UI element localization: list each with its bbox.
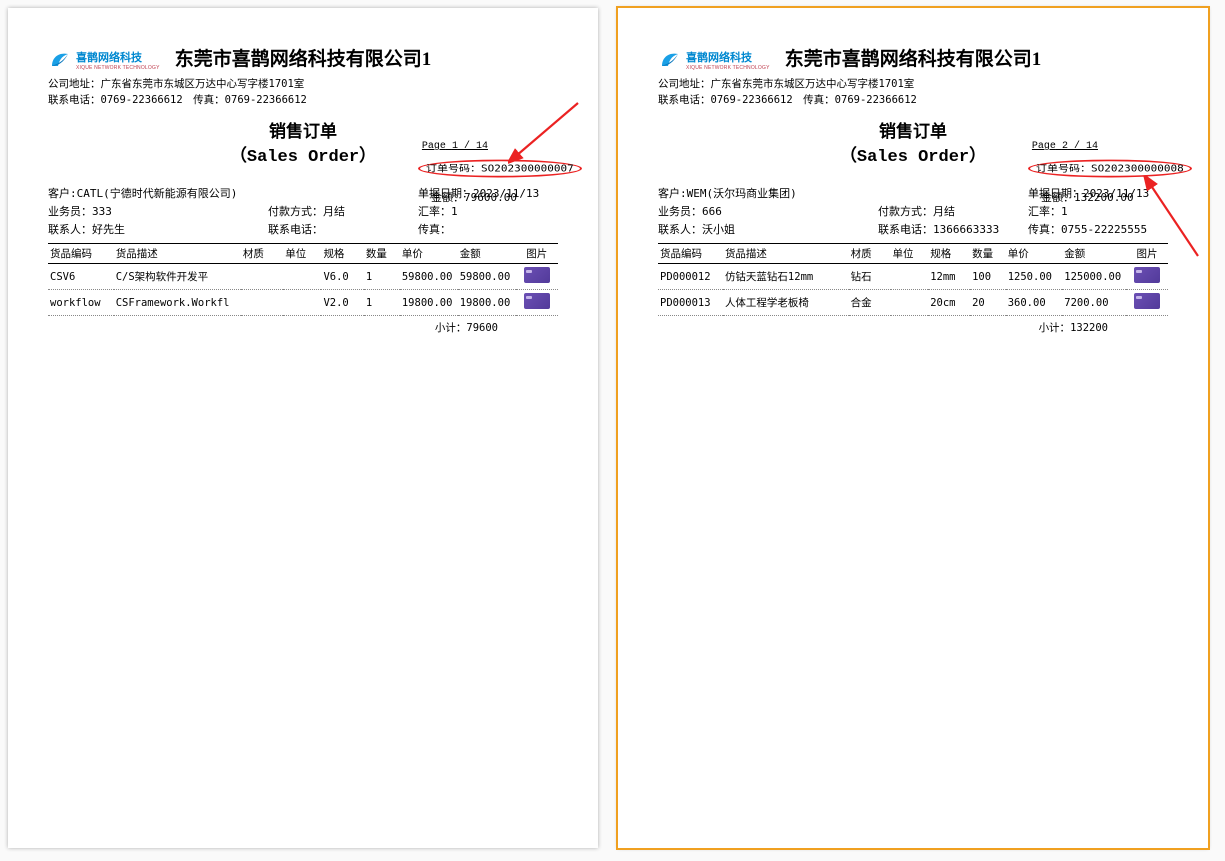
company-phone: 联系电话：0769-22366612 传真：0769-22366612	[48, 92, 558, 107]
table-row: workflow CSFramework.Workfl V2.0 1 19800…	[48, 290, 558, 316]
page-indicator: Page 1 / 14	[422, 141, 488, 152]
items-table: 货品编码 货品描述 材质 单位 规格 数量 单价 金额 图片 CSV6 C/S架…	[48, 243, 558, 316]
logo-subtext: XIQUE NETWORK TECHNOLOGY	[686, 65, 770, 71]
report-page-2: 喜鹊网络科技 XIQUE NETWORK TECHNOLOGY 东莞市喜鹊网络科…	[618, 8, 1208, 848]
order-no-value: SO202300000007	[481, 163, 574, 174]
order-no-circled: 订单号码：SO202300000008	[1028, 158, 1192, 179]
order-no-value: SO202300000008	[1091, 163, 1184, 174]
pay-method-value: 月结	[323, 205, 345, 218]
customer-value: CATL(宁德时代新能源有限公司)	[77, 187, 238, 200]
company-address: 公司地址：广东省东莞市东城区万达中心写字楼1701室	[658, 76, 1168, 91]
product-thumb-icon	[524, 293, 550, 309]
table-row: PD000012 仿钴天蓝钻石12mm 钻石 12mm 100 1250.00 …	[658, 264, 1168, 290]
order-no-circled: 订单号码：SO202300000007	[418, 158, 582, 179]
product-thumb-icon	[1134, 293, 1160, 309]
rate-value: 1	[1061, 205, 1068, 218]
company-address: 公司地址：广东省东莞市东城区万达中心写字楼1701室	[48, 76, 558, 91]
logo-text: 喜鹊网络科技	[686, 49, 770, 65]
salesman-value: 666	[702, 205, 722, 218]
subtotal-line: 小计：79600	[48, 320, 558, 335]
amount-cell: 金额：79600.00	[431, 189, 517, 205]
page-indicator: Page 2 / 14	[1032, 141, 1098, 152]
contact-value: 沃小姐	[702, 223, 735, 236]
bird-logo-icon	[48, 48, 72, 72]
table-row: CSV6 C/S架构软件开发平 V6.0 1 59800.00 59800.00	[48, 264, 558, 290]
report-page-1: 喜鹊网络科技 XIQUE NETWORK TECHNOLOGY 东莞市喜鹊网络科…	[8, 8, 598, 848]
doc-title-cn: 销售订单	[658, 117, 1168, 142]
table-header-row: 货品编码 货品描述 材质 单位 规格 数量 单价 金额 图片	[658, 244, 1168, 264]
amount-cell: 金额：132200.00	[1041, 189, 1134, 205]
amount-value: 132200.00	[1074, 191, 1134, 204]
product-thumb-icon	[524, 267, 550, 283]
table-row: PD000013 人体工程学老板椅 合金 20cm 20 360.00 7200…	[658, 290, 1168, 316]
items-table: 货品编码 货品描述 材质 单位 规格 数量 单价 金额 图片 PD000012 …	[658, 243, 1168, 316]
subtotal-line: 小计：132200	[658, 320, 1168, 335]
doc-title-cn: 销售订单	[48, 117, 558, 142]
logo-text: 喜鹊网络科技	[76, 49, 160, 65]
table-header-row: 货品编码 货品描述 材质 单位 规格 数量 单价 金额 图片	[48, 244, 558, 264]
bird-logo-icon	[658, 48, 682, 72]
customer-value: WEM(沃尔玛商业集团)	[687, 187, 797, 200]
company-phone: 联系电话：0769-22366612 传真：0769-22366612	[658, 92, 1168, 107]
amount-value: 79600.00	[464, 191, 517, 204]
fax-value: 0755-22225555	[1061, 223, 1147, 236]
contact-phone-value: 1366663333	[933, 223, 999, 236]
contact-value: 好先生	[92, 223, 125, 236]
pay-method-value: 月结	[933, 205, 955, 218]
product-thumb-icon	[1134, 267, 1160, 283]
logo-subtext: XIQUE NETWORK TECHNOLOGY	[76, 65, 160, 71]
rate-value: 1	[451, 205, 458, 218]
salesman-value: 333	[92, 205, 112, 218]
